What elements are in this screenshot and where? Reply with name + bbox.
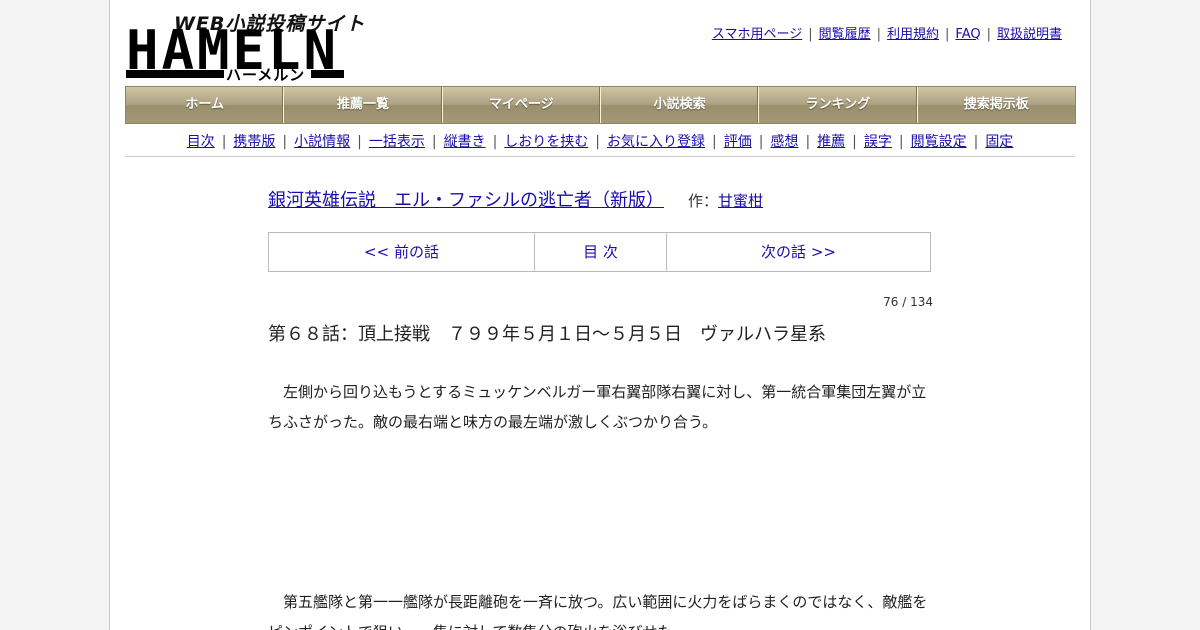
- episode-counter: 76 / 134: [883, 295, 933, 309]
- author-prefix: 作：: [688, 192, 719, 210]
- nav-novel-search[interactable]: 小説検索: [601, 87, 760, 123]
- subnav-bookmark[interactable]: しおりを挟む: [504, 134, 588, 150]
- link-history[interactable]: 閲覧履歴: [819, 27, 871, 42]
- hameln-logo[interactable]: WEB小説投稿サイト HAMELN ハーメルン: [126, 8, 364, 84]
- subnav-review[interactable]: 感想: [770, 134, 798, 150]
- link-faq[interactable]: FAQ: [955, 27, 980, 42]
- logo-bar-left: [126, 70, 224, 78]
- subnav-view-settings[interactable]: 閲覧設定: [911, 134, 967, 150]
- next-episode-link[interactable]: 次の話 >>: [667, 233, 930, 271]
- divider: [125, 156, 1075, 157]
- link-manual[interactable]: 取扱説明書: [997, 27, 1062, 42]
- novel-title-link[interactable]: 銀河英雄伝説 エル・ファシルの逃亡者（新版）: [268, 190, 664, 211]
- novel-title-row: 銀河英雄伝説 エル・ファシルの逃亡者（新版） 作：甘蜜柑: [268, 186, 763, 212]
- episode-nav: << 前の話 目 次 次の話 >>: [268, 232, 931, 272]
- subnav-mobile[interactable]: 携帯版: [233, 134, 275, 150]
- main-nav: ホーム 推薦一覧 マイページ 小説検索 ランキング 捜索掲示板: [125, 86, 1076, 124]
- top-links: スマホ用ページ | 閲覧履歴 | 利用規約 | FAQ | 取扱説明書: [711, 27, 1062, 42]
- link-terms[interactable]: 利用規約: [887, 27, 939, 42]
- sub-nav: 目次 | 携帯版 | 小説情報 | 一括表示 | 縦書き | しおりを挟む | お気に入り登録 | 評価 | 感…: [186, 134, 1014, 150]
- link-smartphone-page[interactable]: スマホ用ページ: [712, 27, 802, 42]
- body-paragraph: 第五艦隊と第一一艦隊が長距離砲を一斉に放つ。広い範囲に火力をばらまくのではなく、…: [268, 593, 928, 630]
- subnav-toc[interactable]: 目次: [187, 134, 215, 150]
- subnav-vertical[interactable]: 縦書き: [444, 134, 486, 150]
- page-container: WEB小説投稿サイト HAMELN ハーメルン スマホ用ページ | 閲覧履歴 | 利用規…: [109, 0, 1091, 630]
- toc-link[interactable]: 目 次: [535, 233, 667, 271]
- nav-search-board[interactable]: 捜索掲示板: [918, 87, 1075, 123]
- subnav-novel-info[interactable]: 小説情報: [294, 134, 350, 150]
- logo-bar-right: [311, 70, 344, 78]
- subnav-show-all[interactable]: 一括表示: [369, 134, 425, 150]
- logo-kana: ハーメルン: [226, 66, 306, 84]
- nav-recommendations[interactable]: 推薦一覧: [284, 87, 443, 123]
- subnav-recommend[interactable]: 推薦: [817, 134, 845, 150]
- chapter-title: 第６８話：頂上接戦 ７９９年５月１日～５月５日 ヴァルハラ星系: [268, 324, 826, 345]
- subnav-rating[interactable]: 評価: [724, 134, 752, 150]
- author-link[interactable]: 甘蜜柑: [718, 192, 763, 210]
- body-paragraph: 左側から回り込もうとするミュッケンベルガー軍右翼部隊右翼に対し、第一統合軍集団左…: [268, 383, 927, 431]
- nav-home[interactable]: ホーム: [126, 87, 285, 123]
- subnav-pin[interactable]: 固定: [985, 134, 1013, 150]
- prev-episode-link[interactable]: << 前の話: [269, 233, 535, 271]
- subnav-favorite[interactable]: お気に入り登録: [607, 134, 705, 150]
- subnav-typo[interactable]: 誤字: [864, 134, 892, 150]
- nav-mypage[interactable]: マイページ: [443, 87, 601, 123]
- nav-ranking[interactable]: ランキング: [759, 87, 918, 123]
